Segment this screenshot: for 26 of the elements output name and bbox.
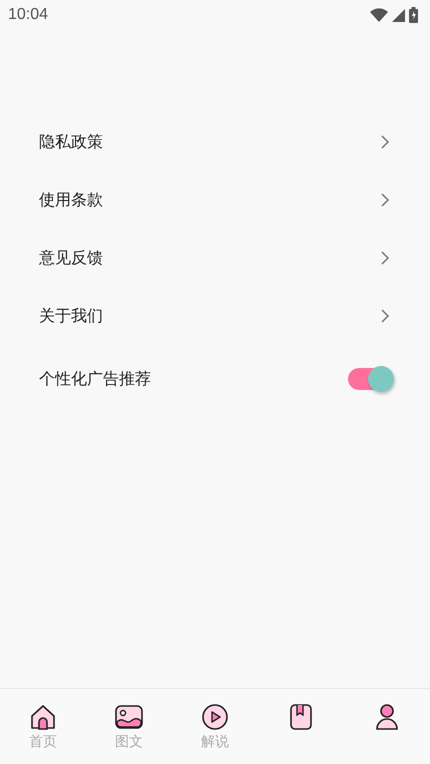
settings-label: 个性化广告推荐 [39,368,151,390]
image-icon [114,703,144,731]
chevron-right-icon [380,308,390,324]
settings-label: 隐私政策 [39,132,103,152]
settings-label: 意见反馈 [39,248,103,268]
settings-row[interactable]: 隐私政策 [0,113,430,171]
chevron-right-icon [380,192,390,208]
wifi-icon [370,8,388,22]
toggle-switch[interactable] [348,368,392,390]
settings-label: 关于我们 [39,306,103,326]
person-icon [373,703,401,731]
battery-icon [409,7,418,23]
settings-label: 使用条款 [39,190,103,210]
signal-icon [392,8,405,22]
house-icon [29,703,57,731]
settings-row[interactable]: 使用条款 [0,171,430,229]
nav-label: 图文 [115,733,143,751]
book-icon [287,703,315,731]
play-icon [201,703,229,731]
settings-row[interactable]: 关于我们 [0,287,430,345]
settings-row[interactable]: 意见反馈 [0,229,430,287]
chevron-right-icon [380,134,390,150]
status-time: 10:04 [8,6,48,24]
chevron-right-icon [380,250,390,266]
nav-label: 解说 [201,733,229,751]
nav-label: 首页 [29,733,57,751]
